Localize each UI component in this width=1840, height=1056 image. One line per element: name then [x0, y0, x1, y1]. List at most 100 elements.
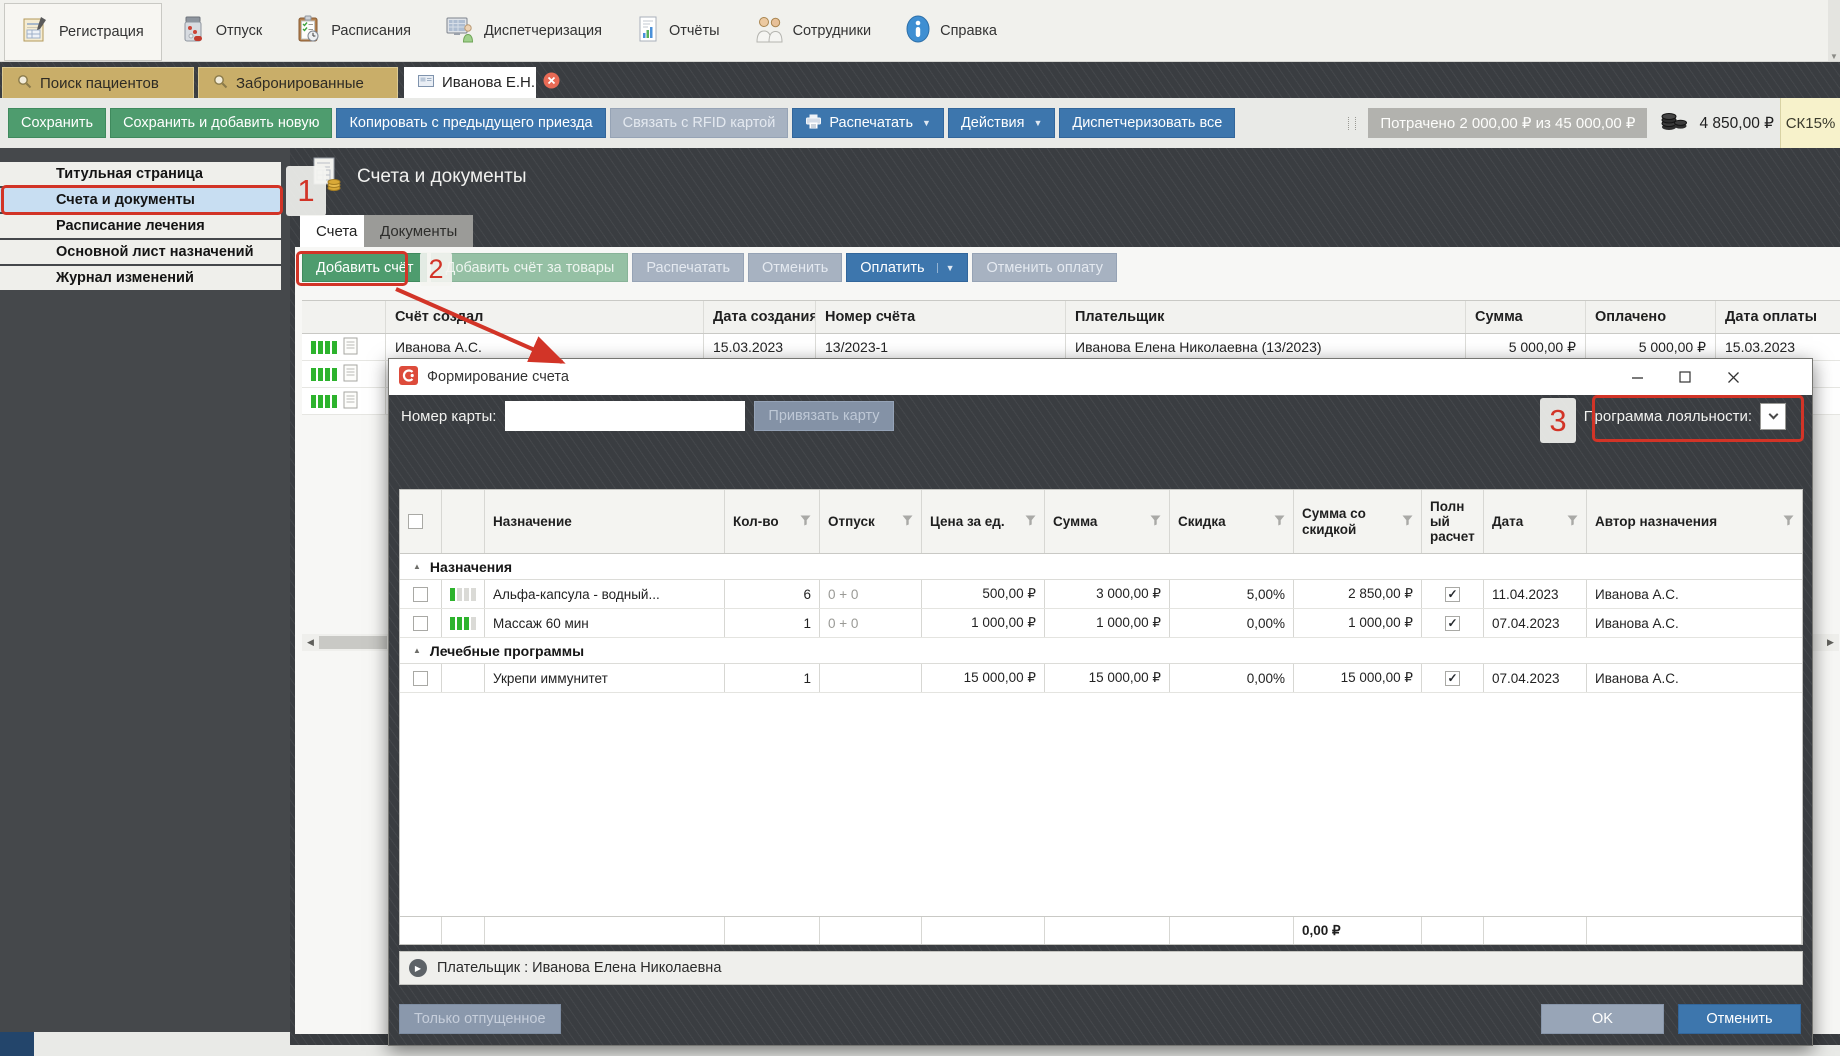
sidebar-item-change-log[interactable]: Журнал изменений	[0, 266, 281, 290]
service-row[interactable]: Массаж 60 мин 1 0 + 0 1 000,00 ₽ 1 000,0…	[400, 609, 1802, 638]
filter-icon[interactable]	[1150, 514, 1161, 529]
cell-discount: 0,00%	[1170, 609, 1294, 637]
annotation-box-step3	[1592, 395, 1804, 442]
tab-documents[interactable]: Документы	[364, 215, 473, 247]
header-discount[interactable]: Скидка	[1170, 490, 1294, 553]
tab-patient-ivanova[interactable]: Иванова Е.Н.	[404, 67, 536, 98]
bind-card-button[interactable]: Привязать карту	[754, 401, 893, 431]
header-qty[interactable]: Кол-во	[725, 490, 820, 553]
annotation-box-step2	[296, 251, 408, 286]
header-author[interactable]: Автор назначения	[1587, 490, 1802, 553]
tab-patient-search[interactable]: Поиск пациентов	[2, 67, 194, 98]
full-calc-checkbox[interactable]	[1445, 616, 1460, 631]
cancel-button[interactable]: Отменить	[1678, 1004, 1801, 1034]
ribbon-tab-label: Справка	[940, 23, 997, 39]
header-sum-discounted[interactable]: Сумма со скидкой	[1294, 490, 1422, 553]
ribbon-tab-label: Расписания	[331, 23, 411, 39]
expand-icon[interactable]: ▶	[409, 959, 427, 977]
filter-icon[interactable]	[1783, 514, 1794, 529]
only-released-button[interactable]: Только отпущенное	[399, 1004, 561, 1034]
select-all-checkbox[interactable]	[408, 514, 423, 529]
sidebar-item-prescription-sheet[interactable]: Основной лист назначений	[0, 240, 281, 264]
release-status-icon	[450, 588, 476, 601]
cancel-payment-button[interactable]: Отменить оплату	[972, 253, 1116, 282]
service-row[interactable]: Альфа-капсула - водный... 6 0 + 0 500,00…	[400, 580, 1802, 609]
ribbon-tab-reports[interactable]: Отчёты	[619, 0, 737, 61]
ribbon-scrollbar[interactable]: ▼	[1828, 0, 1840, 61]
filter-icon[interactable]	[1402, 514, 1413, 529]
header-release[interactable]: Отпуск	[820, 490, 922, 553]
cell-unit-price: 1 000,00 ₽	[922, 609, 1045, 637]
ribbon: Регистрация Отпуск Расписания Диспетчери…	[0, 0, 1840, 62]
printer-icon	[805, 114, 822, 133]
ribbon-tab-vacation[interactable]: Отпуск	[164, 0, 279, 61]
clipboard-icon	[296, 15, 322, 47]
horizontal-scrollbar-right[interactable]: ▶	[1813, 634, 1839, 651]
scroll-right-icon[interactable]: ▶	[1822, 637, 1839, 648]
cell-sum: 3 000,00 ₽	[1045, 580, 1170, 608]
ribbon-tab-dispatch[interactable]: Диспетчеризация	[428, 0, 619, 61]
scroll-left-icon[interactable]: ◀	[302, 637, 319, 648]
header-created[interactable]: Дата создания	[704, 301, 816, 333]
header-number[interactable]: Номер счёта	[816, 301, 1066, 333]
close-icon[interactable]	[1709, 359, 1757, 395]
header-paid-date[interactable]: Дата оплаты	[1716, 301, 1840, 333]
horizontal-scrollbar-left[interactable]: ◀	[302, 634, 394, 651]
rfid-button[interactable]: Связать с RFID картой	[610, 108, 789, 138]
ribbon-tab-registration[interactable]: Регистрация	[4, 3, 162, 61]
ribbon-tab-schedules[interactable]: Расписания	[279, 0, 428, 61]
sidebar-item-treatment-schedule[interactable]: Расписание лечения	[0, 214, 281, 238]
row-checkbox[interactable]	[413, 616, 428, 631]
filter-icon[interactable]	[902, 514, 913, 529]
cancel-invoice-button[interactable]: Отменить	[748, 253, 842, 282]
actions-button[interactable]: Действия▼	[948, 108, 1055, 138]
ok-button[interactable]: OK	[1541, 1004, 1664, 1034]
service-row[interactable]: Укрепи иммунитет 1 15 000,00 ₽ 15 000,00…	[400, 664, 1802, 693]
pay-dropdown-icon[interactable]: ▼	[937, 263, 955, 273]
row-checkbox[interactable]	[413, 671, 428, 686]
card-number-input[interactable]	[505, 401, 745, 431]
registration-icon	[22, 16, 50, 48]
full-calc-checkbox[interactable]	[1445, 587, 1460, 602]
add-goods-invoice-button[interactable]: Добавить счёт за товары	[431, 253, 628, 282]
cell-qty: 1	[725, 609, 820, 637]
collapse-icon[interactable]: ▲	[413, 562, 421, 571]
ribbon-tab-help[interactable]: Справка	[888, 0, 1014, 61]
dispatch-all-button[interactable]: Диспетчеризовать все	[1059, 108, 1235, 138]
filter-icon[interactable]	[800, 514, 811, 529]
header-sum[interactable]: Сумма	[1045, 490, 1170, 553]
tab-booked[interactable]: Забронированные	[198, 67, 398, 98]
row-checkbox[interactable]	[413, 587, 428, 602]
filter-icon[interactable]	[1274, 514, 1285, 529]
cell-sum: 1 000,00 ₽	[1045, 609, 1170, 637]
sidebar-item-title-page[interactable]: Титульная страница	[0, 162, 281, 186]
scrollbar-thumb[interactable]	[319, 636, 387, 649]
tab-invoices[interactable]: Счета	[300, 215, 373, 247]
ribbon-tab-staff[interactable]: Сотрудники	[737, 0, 889, 61]
filter-icon[interactable]	[1025, 514, 1036, 529]
annotation-arrow	[370, 282, 590, 392]
dialog-titlebar: Формирование счета	[389, 359, 1812, 395]
print-invoice-button[interactable]: Распечатать	[632, 253, 744, 282]
filter-icon[interactable]	[1567, 514, 1578, 529]
group-row-prescriptions[interactable]: ▲Назначения	[400, 554, 1802, 580]
patient-card-icon	[418, 74, 434, 92]
header-date[interactable]: Дата	[1484, 490, 1587, 553]
header-full-calc[interactable]: Полный расчет	[1422, 490, 1484, 553]
save-button[interactable]: Сохранить	[8, 108, 106, 138]
maximize-icon[interactable]	[1661, 359, 1709, 395]
print-button[interactable]: Распечатать▼	[792, 108, 944, 138]
pay-button[interactable]: Оплатить▼	[846, 253, 968, 282]
copy-previous-button[interactable]: Копировать с предыдущего приезда	[336, 108, 605, 138]
full-calc-checkbox[interactable]	[1445, 671, 1460, 686]
header-payer[interactable]: Плательщик	[1066, 301, 1466, 333]
header-paid[interactable]: Оплачено	[1586, 301, 1716, 333]
header-sum[interactable]: Сумма	[1466, 301, 1586, 333]
header-unit-price[interactable]: Цена за ед.	[922, 490, 1045, 553]
collapse-icon[interactable]: ▲	[413, 646, 421, 655]
close-tab-icon[interactable]	[543, 72, 560, 93]
minimize-icon[interactable]	[1613, 359, 1661, 395]
group-row-treatment-programs[interactable]: ▲Лечебные программы	[400, 638, 1802, 664]
save-and-add-button[interactable]: Сохранить и добавить новую	[110, 108, 332, 138]
header-service[interactable]: Назначение	[485, 490, 725, 553]
